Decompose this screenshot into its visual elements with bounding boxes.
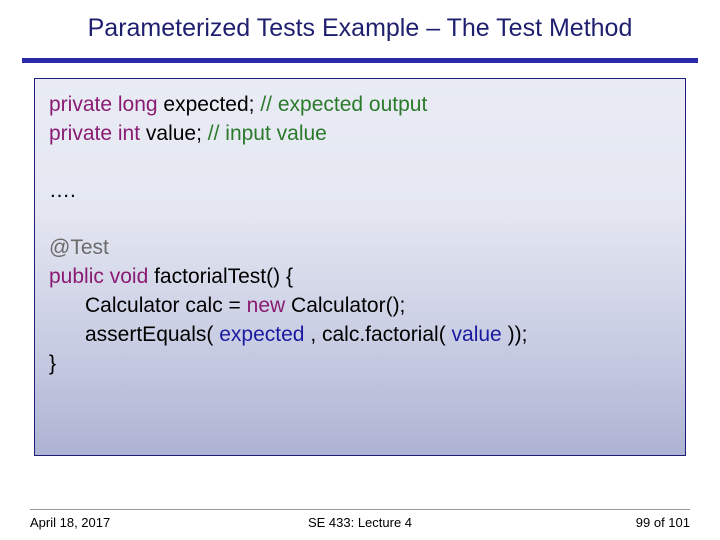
code-line-field-expected: private long expected; // expected outpu… [49,91,671,120]
code-line-new-calc: Calculator calc = new Calculator(); [49,292,671,321]
keyword-int: int [118,122,140,145]
ident-value: value [452,323,502,346]
field-value-decl: value; [146,122,208,145]
footer-page: 99 of 101 [636,515,690,530]
slide-title: Parameterized Tests Example – The Test M… [0,14,720,43]
assert-a: assertEquals( [85,323,213,346]
blank-line [49,206,671,234]
assert-end: )); [508,323,528,346]
ident-expected: expected [219,323,304,346]
code-line-assert: assertEquals( expected , calc.factorial(… [49,321,671,350]
keyword-private: private [49,93,112,116]
comment-expected: // expected output [260,93,427,116]
assert-mid: , calc.factorial( [310,323,445,346]
comment-value: // input value [208,122,327,145]
annotation-test: @Test [49,234,671,263]
title-rule [22,58,698,63]
keyword-new: new [247,294,286,317]
keyword-long: long [118,93,158,116]
slide: Parameterized Tests Example – The Test M… [0,0,720,540]
keyword-void: void [110,265,149,288]
calc-decl-a: Calculator calc = [85,294,247,317]
keyword-public: public [49,265,104,288]
code-line-field-value: private int value; // input value [49,120,671,149]
footer-center: SE 433: Lecture 4 [0,515,720,530]
code-box: private long expected; // expected outpu… [34,78,686,456]
blank-line [49,149,671,177]
field-expected-decl: expected; [163,93,260,116]
code-line-ellipsis: …. [49,177,671,206]
method-signature: factorialTest() { [154,265,293,288]
code-line-method-sig: public void factorialTest() { [49,263,671,292]
code-line-close-brace: } [49,350,671,379]
keyword-private: private [49,122,112,145]
footer-rule [30,509,690,510]
calc-decl-b: Calculator(); [291,294,405,317]
